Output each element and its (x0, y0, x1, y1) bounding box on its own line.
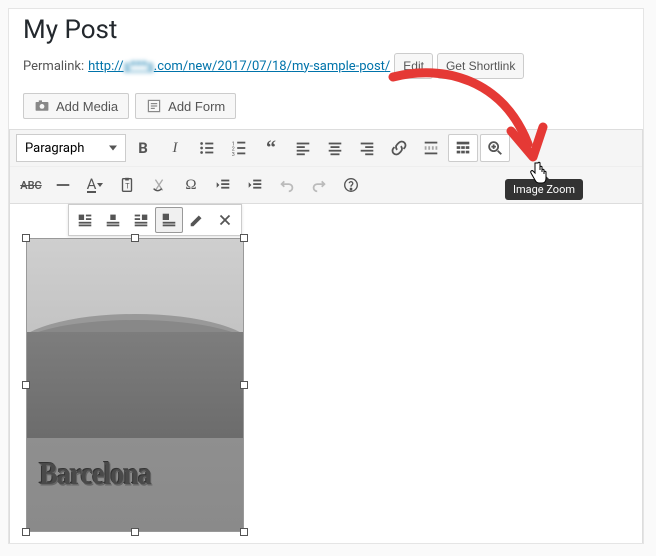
image-zoom-button[interactable] (480, 134, 510, 162)
img-align-left-button[interactable] (71, 207, 99, 233)
resize-handle[interactable] (131, 234, 139, 242)
hr-button[interactable] (48, 171, 78, 199)
indent-button[interactable] (240, 171, 270, 199)
resize-handle[interactable] (240, 234, 248, 242)
img-align-none-button[interactable] (155, 207, 183, 233)
strikethrough-button[interactable]: ABC (16, 171, 46, 199)
bold-button[interactable]: B (128, 134, 158, 162)
resize-handle[interactable] (22, 234, 30, 242)
content-image[interactable]: Barcelona (26, 238, 244, 532)
image-caption-text: Barcelona (39, 456, 151, 493)
img-remove-button[interactable] (211, 207, 239, 233)
format-select[interactable]: Paragraph (16, 134, 126, 162)
editor-content-area[interactable]: Barcelona (9, 203, 643, 544)
tooltip: Image Zoom (505, 179, 583, 200)
align-center-button[interactable] (320, 134, 350, 162)
align-right-button[interactable] (352, 134, 382, 162)
resize-handle[interactable] (131, 528, 139, 536)
align-left-button[interactable] (288, 134, 318, 162)
bullet-list-button[interactable] (192, 134, 222, 162)
permalink-row: Permalink: http://s***s.com/new/2017/07/… (23, 53, 629, 79)
numbered-list-button[interactable]: 123 (224, 134, 254, 162)
add-media-button[interactable]: Add Media (23, 93, 129, 119)
selected-image[interactable]: Barcelona (26, 238, 244, 532)
blockquote-button[interactable]: “ (256, 134, 286, 162)
redo-button[interactable] (304, 171, 334, 199)
resize-handle[interactable] (22, 381, 30, 389)
link-button[interactable] (384, 134, 414, 162)
permalink-slug: my-sample-post (292, 59, 385, 74)
img-align-center-button[interactable] (99, 207, 127, 233)
text-color-button[interactable]: A (80, 171, 110, 199)
resize-handle[interactable] (240, 381, 248, 389)
resize-handle[interactable] (22, 528, 30, 536)
clear-formatting-button[interactable] (144, 171, 174, 199)
toolbar-toggle-button[interactable] (448, 134, 478, 162)
permalink-url[interactable]: http://s***s.com/new/2017/07/18/my-sampl… (88, 59, 390, 74)
form-icon (146, 98, 162, 114)
img-align-right-button[interactable] (127, 207, 155, 233)
outdent-button[interactable] (208, 171, 238, 199)
paste-text-button[interactable]: T (112, 171, 142, 199)
svg-text:3: 3 (232, 152, 235, 157)
special-char-button[interactable]: Ω (176, 171, 206, 199)
read-more-button[interactable] (416, 134, 446, 162)
add-form-button[interactable]: Add Form (135, 93, 236, 119)
italic-button[interactable]: I (160, 134, 190, 162)
get-shortlink-button[interactable]: Get Shortlink (437, 53, 524, 79)
svg-text:T: T (125, 182, 130, 191)
undo-button[interactable] (272, 171, 302, 199)
image-inline-toolbar (68, 204, 242, 236)
permalink-label: Permalink: (23, 59, 84, 74)
resize-handle[interactable] (240, 528, 248, 536)
img-edit-button[interactable] (183, 207, 211, 233)
camera-icon (34, 98, 50, 114)
page-title: My Post (23, 15, 629, 45)
edit-permalink-button[interactable]: Edit (394, 53, 433, 79)
help-button[interactable] (336, 171, 366, 199)
